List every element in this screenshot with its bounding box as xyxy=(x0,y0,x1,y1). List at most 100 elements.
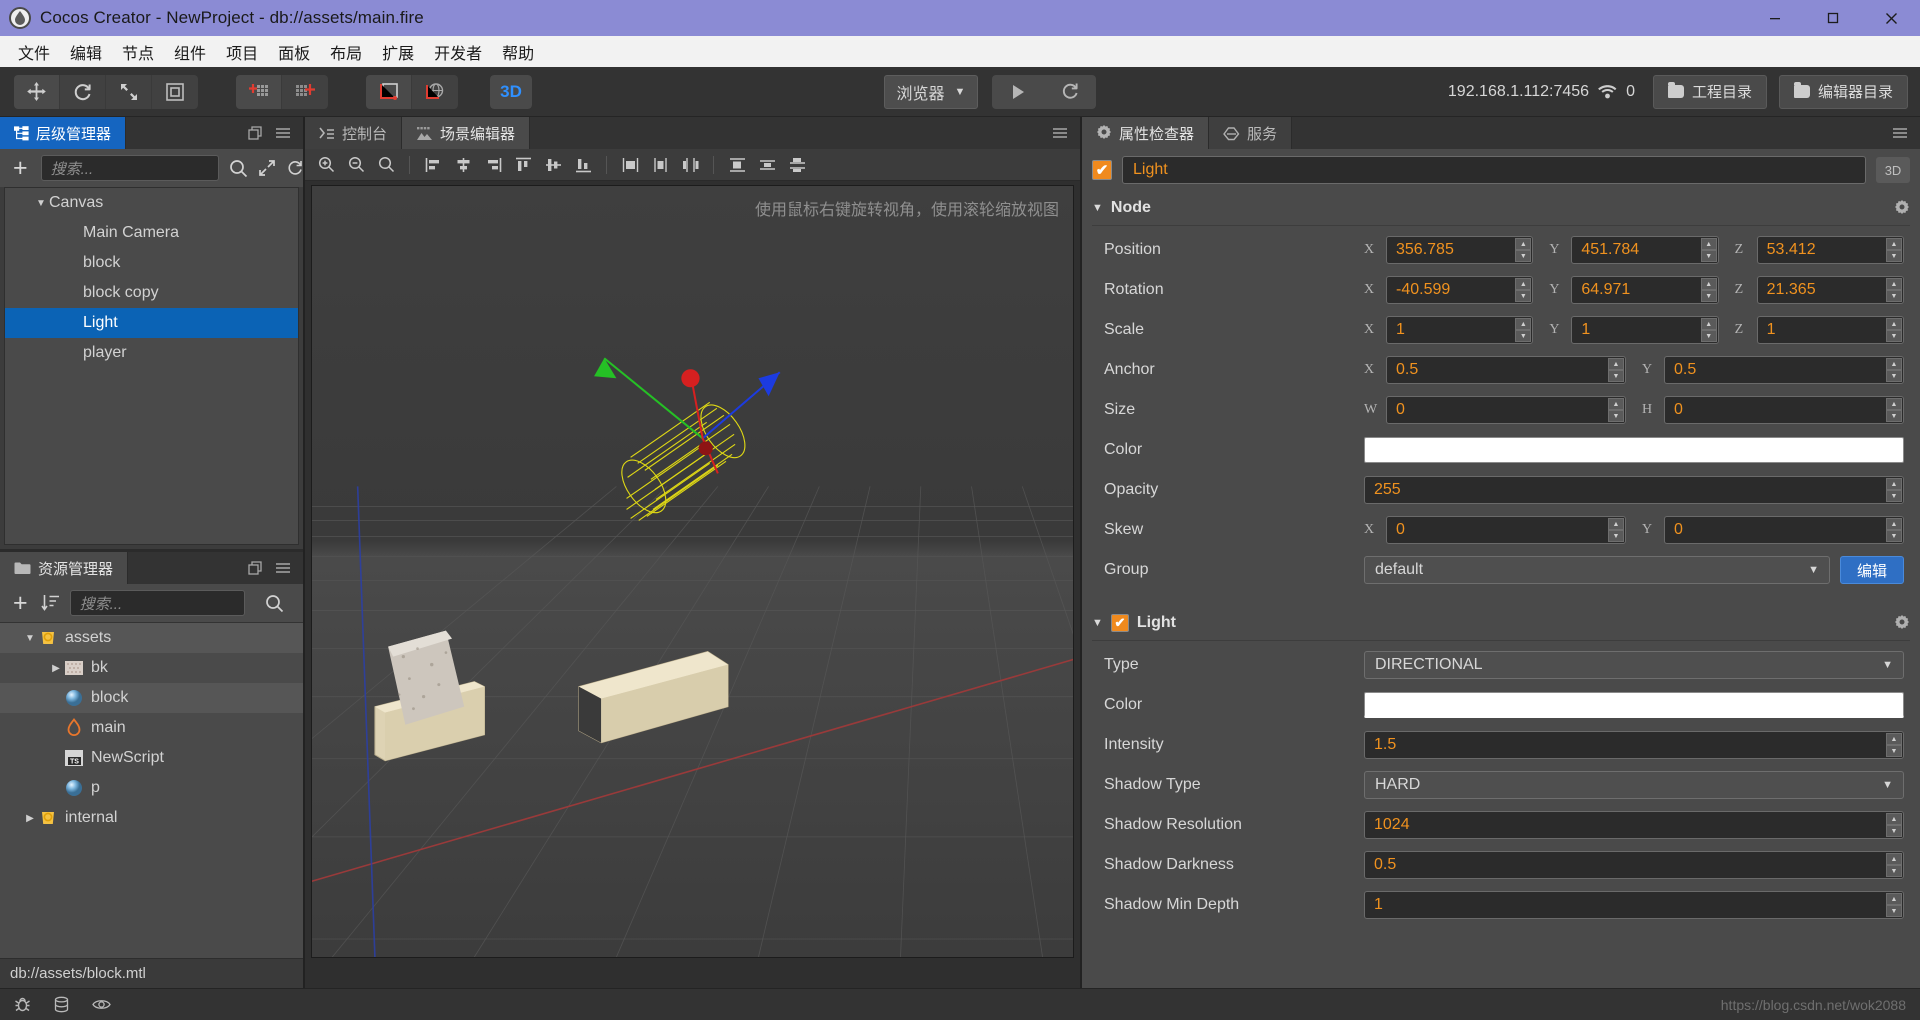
menu-item-component[interactable]: 组件 xyxy=(164,38,216,66)
node-enabled-checkbox[interactable]: ✔ xyxy=(1092,160,1112,180)
hierarchy-node-main-camera[interactable]: Main Camera xyxy=(5,218,298,248)
zoom-in-icon[interactable] xyxy=(313,153,339,177)
hierarchy-node-canvas[interactable]: ▼ Canvas xyxy=(5,188,298,218)
expand-icon[interactable] xyxy=(258,159,276,177)
distribute-right-icon[interactable] xyxy=(677,153,703,177)
scale-x-input[interactable]: 1 ▲ ▼ xyxy=(1386,316,1534,344)
stepper[interactable]: ▲ ▼ xyxy=(1886,478,1902,502)
skew-x-input[interactable]: 0 ▲ ▼ xyxy=(1386,516,1626,544)
sort-icon[interactable] xyxy=(40,594,60,612)
preview-target-select[interactable]: 浏览器 ▼ xyxy=(883,74,979,109)
light-section-header[interactable]: ▼ ✔ Light xyxy=(1082,606,1920,640)
stepper[interactable]: ▲ ▼ xyxy=(1700,318,1717,342)
hierarchy-node-light[interactable]: Light xyxy=(5,308,298,338)
shadow-darkness-input[interactable]: 0.5 ▲ ▼ xyxy=(1364,851,1904,879)
align-bottom-icon[interactable] xyxy=(570,153,596,177)
align-hcenter-icon[interactable] xyxy=(450,153,476,177)
menu-item-panel[interactable]: 面板 xyxy=(268,38,320,66)
rotation-x-input[interactable]: -40.599 ▲ ▼ xyxy=(1386,276,1534,304)
node-3d-toggle[interactable]: 3D xyxy=(1876,157,1910,183)
pivot-center-icon[interactable] xyxy=(236,74,282,109)
hamburger-icon[interactable] xyxy=(1892,126,1908,140)
bug-icon[interactable] xyxy=(14,996,31,1013)
pivot-pivot-icon[interactable] xyxy=(282,74,328,109)
asset-item-p[interactable]: p xyxy=(0,773,303,803)
eye-icon[interactable] xyxy=(92,997,111,1012)
tab-scene-editor[interactable]: 场景编辑器 xyxy=(402,117,531,149)
dock-icon[interactable] xyxy=(248,125,263,141)
align-left-icon[interactable] xyxy=(420,153,446,177)
minimize-icon[interactable] xyxy=(1746,0,1804,36)
distribute-bottom-icon[interactable] xyxy=(784,153,810,177)
stepper[interactable]: ▲ ▼ xyxy=(1700,278,1717,302)
menu-item-file[interactable]: 文件 xyxy=(8,38,60,66)
position-y-input[interactable]: 451.784 ▲ ▼ xyxy=(1571,236,1719,264)
group-select[interactable]: default ▼ xyxy=(1364,556,1830,584)
light-enabled-checkbox[interactable]: ✔ xyxy=(1110,614,1129,632)
menu-item-node[interactable]: 节点 xyxy=(112,38,164,66)
menu-item-help[interactable]: 帮助 xyxy=(492,38,544,66)
mode-3d-button[interactable]: 3D xyxy=(490,74,532,109)
chevron-down-icon[interactable]: ▼ xyxy=(1092,202,1103,214)
search-icon[interactable] xyxy=(229,159,248,178)
stepper[interactable]: ▲ ▼ xyxy=(1885,278,1902,302)
editor-dir-button[interactable]: 编辑器目录 xyxy=(1779,74,1909,109)
opacity-input[interactable]: 255 ▲ ▼ xyxy=(1364,476,1904,504)
stepper[interactable]: ▲ ▼ xyxy=(1885,318,1902,342)
gear-icon[interactable] xyxy=(1894,615,1910,631)
menu-item-project[interactable]: 项目 xyxy=(216,38,268,66)
tab-service[interactable]: 服务 xyxy=(1209,117,1293,149)
hierarchy-add-button[interactable]: + xyxy=(10,155,31,181)
light-color-swatch[interactable] xyxy=(1364,692,1904,718)
align-top-icon[interactable] xyxy=(510,153,536,177)
maximize-icon[interactable] xyxy=(1804,0,1862,36)
zoom-out-icon[interactable] xyxy=(343,153,369,177)
stepper[interactable]: ▲ ▼ xyxy=(1886,893,1902,917)
asset-item-block[interactable]: block xyxy=(0,683,303,713)
hierarchy-node-block-copy[interactable]: block copy xyxy=(5,278,298,308)
assets-tree[interactable]: ▼ assets ▶ bk block main TS NewScript p … xyxy=(0,622,303,958)
stepper[interactable]: ▲ ▼ xyxy=(1886,813,1902,837)
rect-tool-icon[interactable] xyxy=(152,74,198,109)
chevron-down-icon[interactable]: ▼ xyxy=(22,633,38,644)
chevron-down-icon[interactable]: ▼ xyxy=(1092,617,1103,629)
stepper[interactable]: ▲ ▼ xyxy=(1608,358,1624,382)
distribute-left-icon[interactable] xyxy=(617,153,643,177)
rotation-z-input[interactable]: 21.365 ▲ ▼ xyxy=(1756,276,1904,304)
size-w-input[interactable]: 0 ▲ ▼ xyxy=(1386,396,1626,424)
hierarchy-tree[interactable]: ▼ Canvas Main Camera block block copy Li… xyxy=(4,187,299,545)
hamburger-icon[interactable] xyxy=(1052,126,1068,140)
skew-y-input[interactable]: 0 ▲ ▼ xyxy=(1664,516,1904,544)
search-icon[interactable] xyxy=(265,594,284,613)
scale-z-input[interactable]: 1 ▲ ▼ xyxy=(1756,316,1904,344)
assets-search-input[interactable]: 搜索... xyxy=(69,590,245,616)
tab-console[interactable]: 控制台 xyxy=(305,117,403,149)
tab-inspector[interactable]: 属性检查器 xyxy=(1082,117,1210,149)
stepper[interactable]: ▲ ▼ xyxy=(1515,318,1532,342)
position-z-input[interactable]: 53.412 ▲ ▼ xyxy=(1756,236,1904,264)
distribute-top-icon[interactable] xyxy=(724,153,750,177)
move-tool-icon[interactable] xyxy=(14,74,60,109)
shadow-resolution-input[interactable]: 1024 ▲ ▼ xyxy=(1364,811,1904,839)
stepper[interactable]: ▲ ▼ xyxy=(1886,853,1902,877)
rotation-y-input[interactable]: 64.971 ▲ ▼ xyxy=(1571,276,1719,304)
stepper[interactable]: ▲ ▼ xyxy=(1886,358,1902,382)
coord-local-icon[interactable] xyxy=(366,74,412,109)
anchor-y-input[interactable]: 0.5 ▲ ▼ xyxy=(1664,356,1904,384)
menu-item-developer[interactable]: 开发者 xyxy=(424,38,492,66)
tab-assets[interactable]: 资源管理器 xyxy=(0,552,129,584)
hierarchy-node-player[interactable]: player xyxy=(5,338,298,368)
shadow-type-select[interactable]: HARD ▼ xyxy=(1364,771,1904,799)
shadow-min-depth-input[interactable]: 1 ▲ ▼ xyxy=(1364,891,1904,919)
distribute-hcenter-icon[interactable] xyxy=(647,153,673,177)
group-edit-button[interactable]: 编辑 xyxy=(1839,556,1904,584)
node-name-input[interactable]: Light xyxy=(1122,156,1866,184)
assets-add-button[interactable]: + xyxy=(10,590,31,616)
stepper[interactable]: ▲ ▼ xyxy=(1700,238,1717,262)
stepper[interactable]: ▲ ▼ xyxy=(1886,518,1902,542)
scene-viewport[interactable]: 使用鼠标右键旋转视角，使用滚轮缩放视图 xyxy=(311,185,1074,958)
asset-item-main[interactable]: main xyxy=(0,713,303,743)
play-icon[interactable] xyxy=(992,75,1044,109)
dock-icon[interactable] xyxy=(248,560,263,576)
stepper[interactable]: ▲ ▼ xyxy=(1608,398,1624,422)
